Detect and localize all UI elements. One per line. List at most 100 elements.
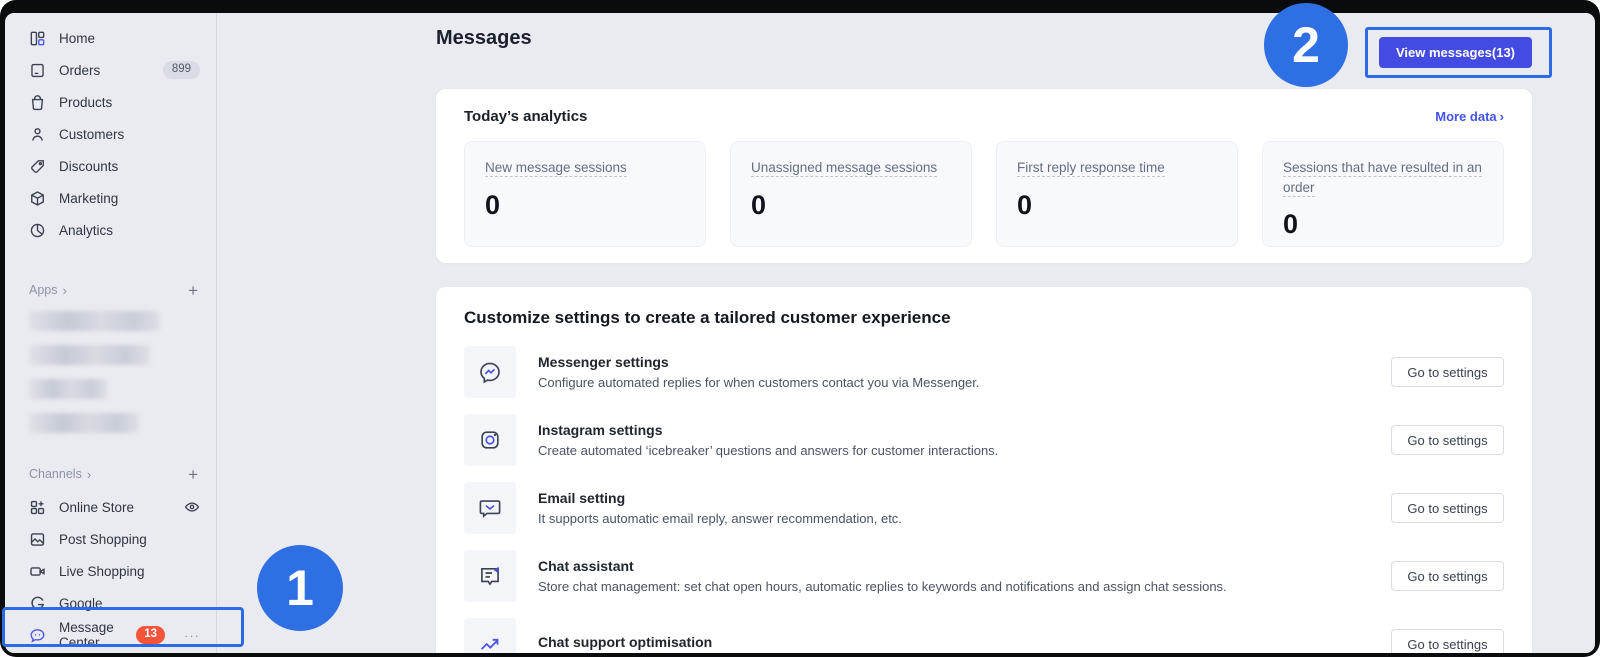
sidebar-item-label: Live Shopping: [59, 564, 145, 579]
setting-row-instagram: Instagram settings Create automated ‘ice…: [464, 414, 1504, 466]
sidebar-item-label: Orders: [59, 63, 100, 78]
metrics-row: New message sessions 0 Unassigned messag…: [464, 141, 1504, 247]
sidebar-item-label: Home: [59, 31, 95, 46]
chevron-right-icon: ›: [1500, 109, 1504, 124]
sidebar-item-label: Online Store: [59, 500, 134, 515]
metric-card-unassigned-sessions: Unassigned message sessions 0: [730, 141, 972, 247]
setting-row-messenger: Messenger settings Configure automated r…: [464, 346, 1504, 398]
sidebar-item-customers[interactable]: Customers: [5, 118, 216, 150]
app-item-redacted[interactable]: [29, 345, 150, 365]
setting-description: It supports automatic email reply, answe…: [538, 511, 902, 526]
sidebar-item-discounts[interactable]: Discounts: [5, 150, 216, 182]
setting-row-email: Email setting It supports automatic emai…: [464, 482, 1504, 534]
metric-label: First reply response time: [1017, 160, 1165, 177]
metric-value: 0: [485, 190, 685, 221]
online-store-icon: [29, 499, 46, 516]
metric-value: 0: [1017, 190, 1217, 221]
email-icon: [464, 482, 516, 534]
add-app-icon[interactable]: +: [188, 282, 198, 299]
setting-title: Messenger settings: [538, 354, 980, 370]
main-content: Messages View messages(13) Today’s analy…: [218, 13, 1595, 653]
metric-label: Unassigned message sessions: [751, 160, 937, 177]
app-item-redacted[interactable]: [29, 311, 160, 331]
sidebar-item-label: Message Center: [59, 620, 115, 650]
setting-description: Store chat management: set chat open hou…: [538, 579, 1227, 594]
setting-title: Instagram settings: [538, 422, 998, 438]
google-icon: [29, 595, 46, 612]
marketing-icon: [29, 190, 46, 207]
callout-step-1: 1: [257, 545, 343, 631]
sidebar-item-products[interactable]: Products: [5, 86, 216, 118]
setting-row-chat-support-optimisation: Chat support optimisation Go to settings: [464, 618, 1504, 653]
sidebar-item-label: Discounts: [59, 159, 118, 174]
channels-list: Online Store Post Shopping Live Shoppin: [5, 491, 216, 651]
view-messages-button[interactable]: View messages(13): [1379, 37, 1532, 68]
chat-support-optimisation-icon: [464, 618, 516, 653]
window-frame: Home Orders 899 Products Customers: [0, 0, 1600, 657]
discounts-icon: [29, 158, 46, 175]
sidebar-item-label: Analytics: [59, 223, 113, 238]
sidebar-item-label: Google: [59, 596, 103, 611]
more-data-link[interactable]: More data ›: [1435, 109, 1504, 124]
sidebar: Home Orders 899 Products Customers: [5, 13, 217, 653]
instagram-icon: [464, 414, 516, 466]
sidebar-item-live-shopping[interactable]: Live Shopping: [5, 555, 216, 587]
go-to-settings-button[interactable]: Go to settings: [1391, 425, 1504, 455]
customize-settings-card: Customize settings to create a tailored …: [436, 287, 1532, 653]
go-to-settings-button[interactable]: Go to settings: [1391, 493, 1504, 523]
sidebar-item-label: Marketing: [59, 191, 118, 206]
orders-icon: [29, 62, 46, 79]
message-center-icon: [29, 627, 46, 644]
more-data-label: More data: [1435, 109, 1496, 124]
app-item-redacted[interactable]: [29, 413, 139, 433]
chevron-right-icon: ›: [63, 283, 67, 298]
go-to-settings-button[interactable]: Go to settings: [1391, 629, 1504, 653]
sidebar-item-post-shopping[interactable]: Post Shopping: [5, 523, 216, 555]
channels-section-header[interactable]: Channels › +: [29, 465, 198, 483]
app-item-redacted[interactable]: [29, 379, 107, 399]
settings-heading: Customize settings to create a tailored …: [464, 307, 1504, 329]
sidebar-item-online-store[interactable]: Online Store: [5, 491, 216, 523]
messenger-icon: [464, 346, 516, 398]
sidebar-item-marketing[interactable]: Marketing: [5, 182, 216, 214]
app-screen: Home Orders 899 Products Customers: [5, 13, 1595, 653]
setting-row-chat-assistant: Chat assistant Store chat management: se…: [464, 550, 1504, 602]
live-shopping-icon: [29, 563, 46, 580]
metric-card-first-reply-time: First reply response time 0: [996, 141, 1238, 247]
analytics-title: Today’s analytics: [464, 108, 587, 125]
sidebar-item-analytics[interactable]: Analytics: [5, 214, 216, 246]
more-options-icon[interactable]: ···: [184, 628, 200, 643]
setting-title: Chat assistant: [538, 558, 1227, 574]
page-title: Messages: [436, 27, 1532, 50]
home-icon: [29, 30, 46, 47]
metric-label: New message sessions: [485, 160, 627, 177]
add-channel-icon[interactable]: +: [188, 466, 198, 483]
setting-title: Email setting: [538, 490, 902, 506]
customers-icon: [29, 126, 46, 143]
metric-value: 0: [751, 190, 951, 221]
visibility-eye-icon[interactable]: [184, 499, 200, 515]
apps-section-header[interactable]: Apps › +: [29, 281, 198, 299]
metric-label: Sessions that have resulted in an order: [1283, 160, 1482, 197]
setting-description: Create automated ‘icebreaker’ questions …: [538, 443, 998, 458]
sidebar-item-label: Products: [59, 95, 112, 110]
sidebar-item-label: Post Shopping: [59, 532, 147, 547]
channels-header-label: Channels: [29, 467, 82, 481]
apps-header-label: Apps: [29, 283, 58, 297]
sidebar-item-orders[interactable]: Orders 899: [5, 54, 216, 86]
chevron-right-icon: ›: [87, 467, 91, 482]
sidebar-item-home[interactable]: Home: [5, 22, 216, 54]
orders-count-badge: 899: [163, 61, 200, 79]
analytics-icon: [29, 222, 46, 239]
callout-step-2: 2: [1264, 3, 1348, 87]
go-to-settings-button[interactable]: Go to settings: [1391, 561, 1504, 591]
apps-list: [5, 311, 216, 433]
post-shopping-icon: [29, 531, 46, 548]
sidebar-item-message-center[interactable]: Message Center 13 ···: [5, 619, 216, 651]
metric-value: 0: [1283, 209, 1483, 240]
setting-title: Chat support optimisation: [538, 634, 712, 650]
sidebar-item-google[interactable]: Google: [5, 587, 216, 619]
todays-analytics-card: Today’s analytics More data › New message…: [436, 89, 1532, 263]
metric-card-sessions-with-order: Sessions that have resulted in an order …: [1262, 141, 1504, 247]
go-to-settings-button[interactable]: Go to settings: [1391, 357, 1504, 387]
